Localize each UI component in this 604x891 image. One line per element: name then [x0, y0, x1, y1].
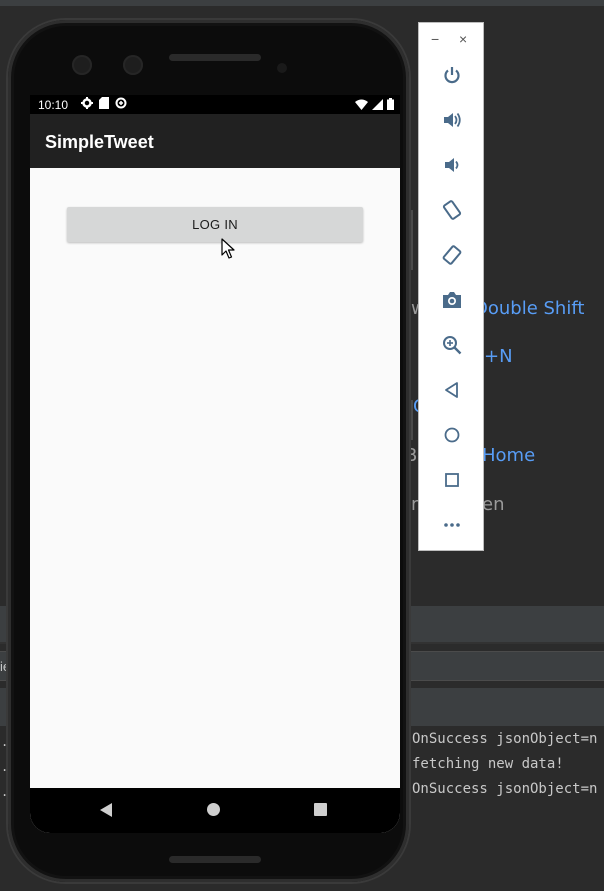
- status-bar: 10:10: [30, 95, 400, 114]
- zoom-icon: [443, 336, 462, 355]
- login-button[interactable]: LOG IN: [67, 207, 363, 242]
- earpiece-speaker: [169, 54, 261, 61]
- drop-files-text: en: [482, 494, 505, 515]
- device-screen[interactable]: 10:10 SimpleTweet LOG IN: [30, 95, 400, 833]
- proximity-sensor: [277, 63, 287, 73]
- gear-icon: [81, 97, 93, 109]
- ide-top-strip: [0, 0, 604, 6]
- back-icon[interactable]: [100, 803, 112, 817]
- status-time: 10:10: [38, 98, 69, 112]
- log-line: fetching new data!: [412, 756, 564, 772]
- battery-icon: [387, 98, 394, 110]
- rotate-left-icon: [442, 200, 462, 220]
- close-button[interactable]: ×: [459, 31, 467, 47]
- log-line: OnSuccess jsonObject=n: [412, 781, 598, 797]
- overview-button[interactable]: [439, 467, 465, 493]
- log-line: OnSuccess jsonObject=n: [412, 731, 598, 747]
- bottom-speaker: [169, 856, 261, 863]
- screenshot-button[interactable]: [439, 287, 465, 313]
- back-button[interactable]: [439, 377, 465, 403]
- volume-down-icon: [445, 158, 459, 172]
- ide-divider: [411, 210, 413, 270]
- more-button[interactable]: [439, 512, 465, 538]
- mouse-cursor-icon: [221, 238, 235, 259]
- camera-icon: [443, 292, 461, 308]
- recents-icon[interactable]: [314, 803, 327, 816]
- device-bezel: 10:10 SimpleTweet LOG IN: [14, 26, 403, 876]
- navigation-bar: [30, 788, 400, 833]
- home-button[interactable]: [439, 422, 465, 448]
- front-camera-icon: [72, 55, 92, 75]
- more-icon: [444, 523, 460, 527]
- power-icon: [444, 67, 460, 84]
- wifi-icon: [355, 99, 368, 110]
- navigation-bar-link[interactable]: Home: [482, 445, 535, 466]
- zoom-button[interactable]: [439, 332, 465, 358]
- search-everywhere-link[interactable]: Double Shift: [474, 298, 584, 319]
- emulator-device-frame: 10:10 SimpleTweet LOG IN: [8, 20, 409, 882]
- rotate-right-button[interactable]: [439, 242, 465, 268]
- front-camera-icon: [123, 55, 143, 75]
- volume-up-button[interactable]: [439, 107, 465, 133]
- go-to-file-link[interactable]: +N: [484, 346, 513, 367]
- data-saver-icon: [115, 97, 127, 109]
- app-title: SimpleTweet: [45, 132, 154, 152]
- emulator-toolbar: − ×: [418, 22, 484, 551]
- app-bar: SimpleTweet: [30, 114, 400, 168]
- signal-icon: [372, 98, 383, 110]
- back-icon: [445, 382, 458, 398]
- minimize-button[interactable]: −: [431, 31, 439, 47]
- rotate-left-button[interactable]: [439, 197, 465, 223]
- rotate-right-icon: [442, 245, 462, 265]
- home-icon: [444, 427, 460, 443]
- power-button[interactable]: [439, 62, 465, 88]
- home-icon[interactable]: [207, 803, 220, 816]
- sd-card-icon: [99, 97, 109, 109]
- login-screen: LOG IN: [30, 168, 400, 788]
- volume-up-icon: [444, 112, 461, 128]
- overview-icon: [445, 473, 459, 487]
- volume-down-button[interactable]: [439, 152, 465, 178]
